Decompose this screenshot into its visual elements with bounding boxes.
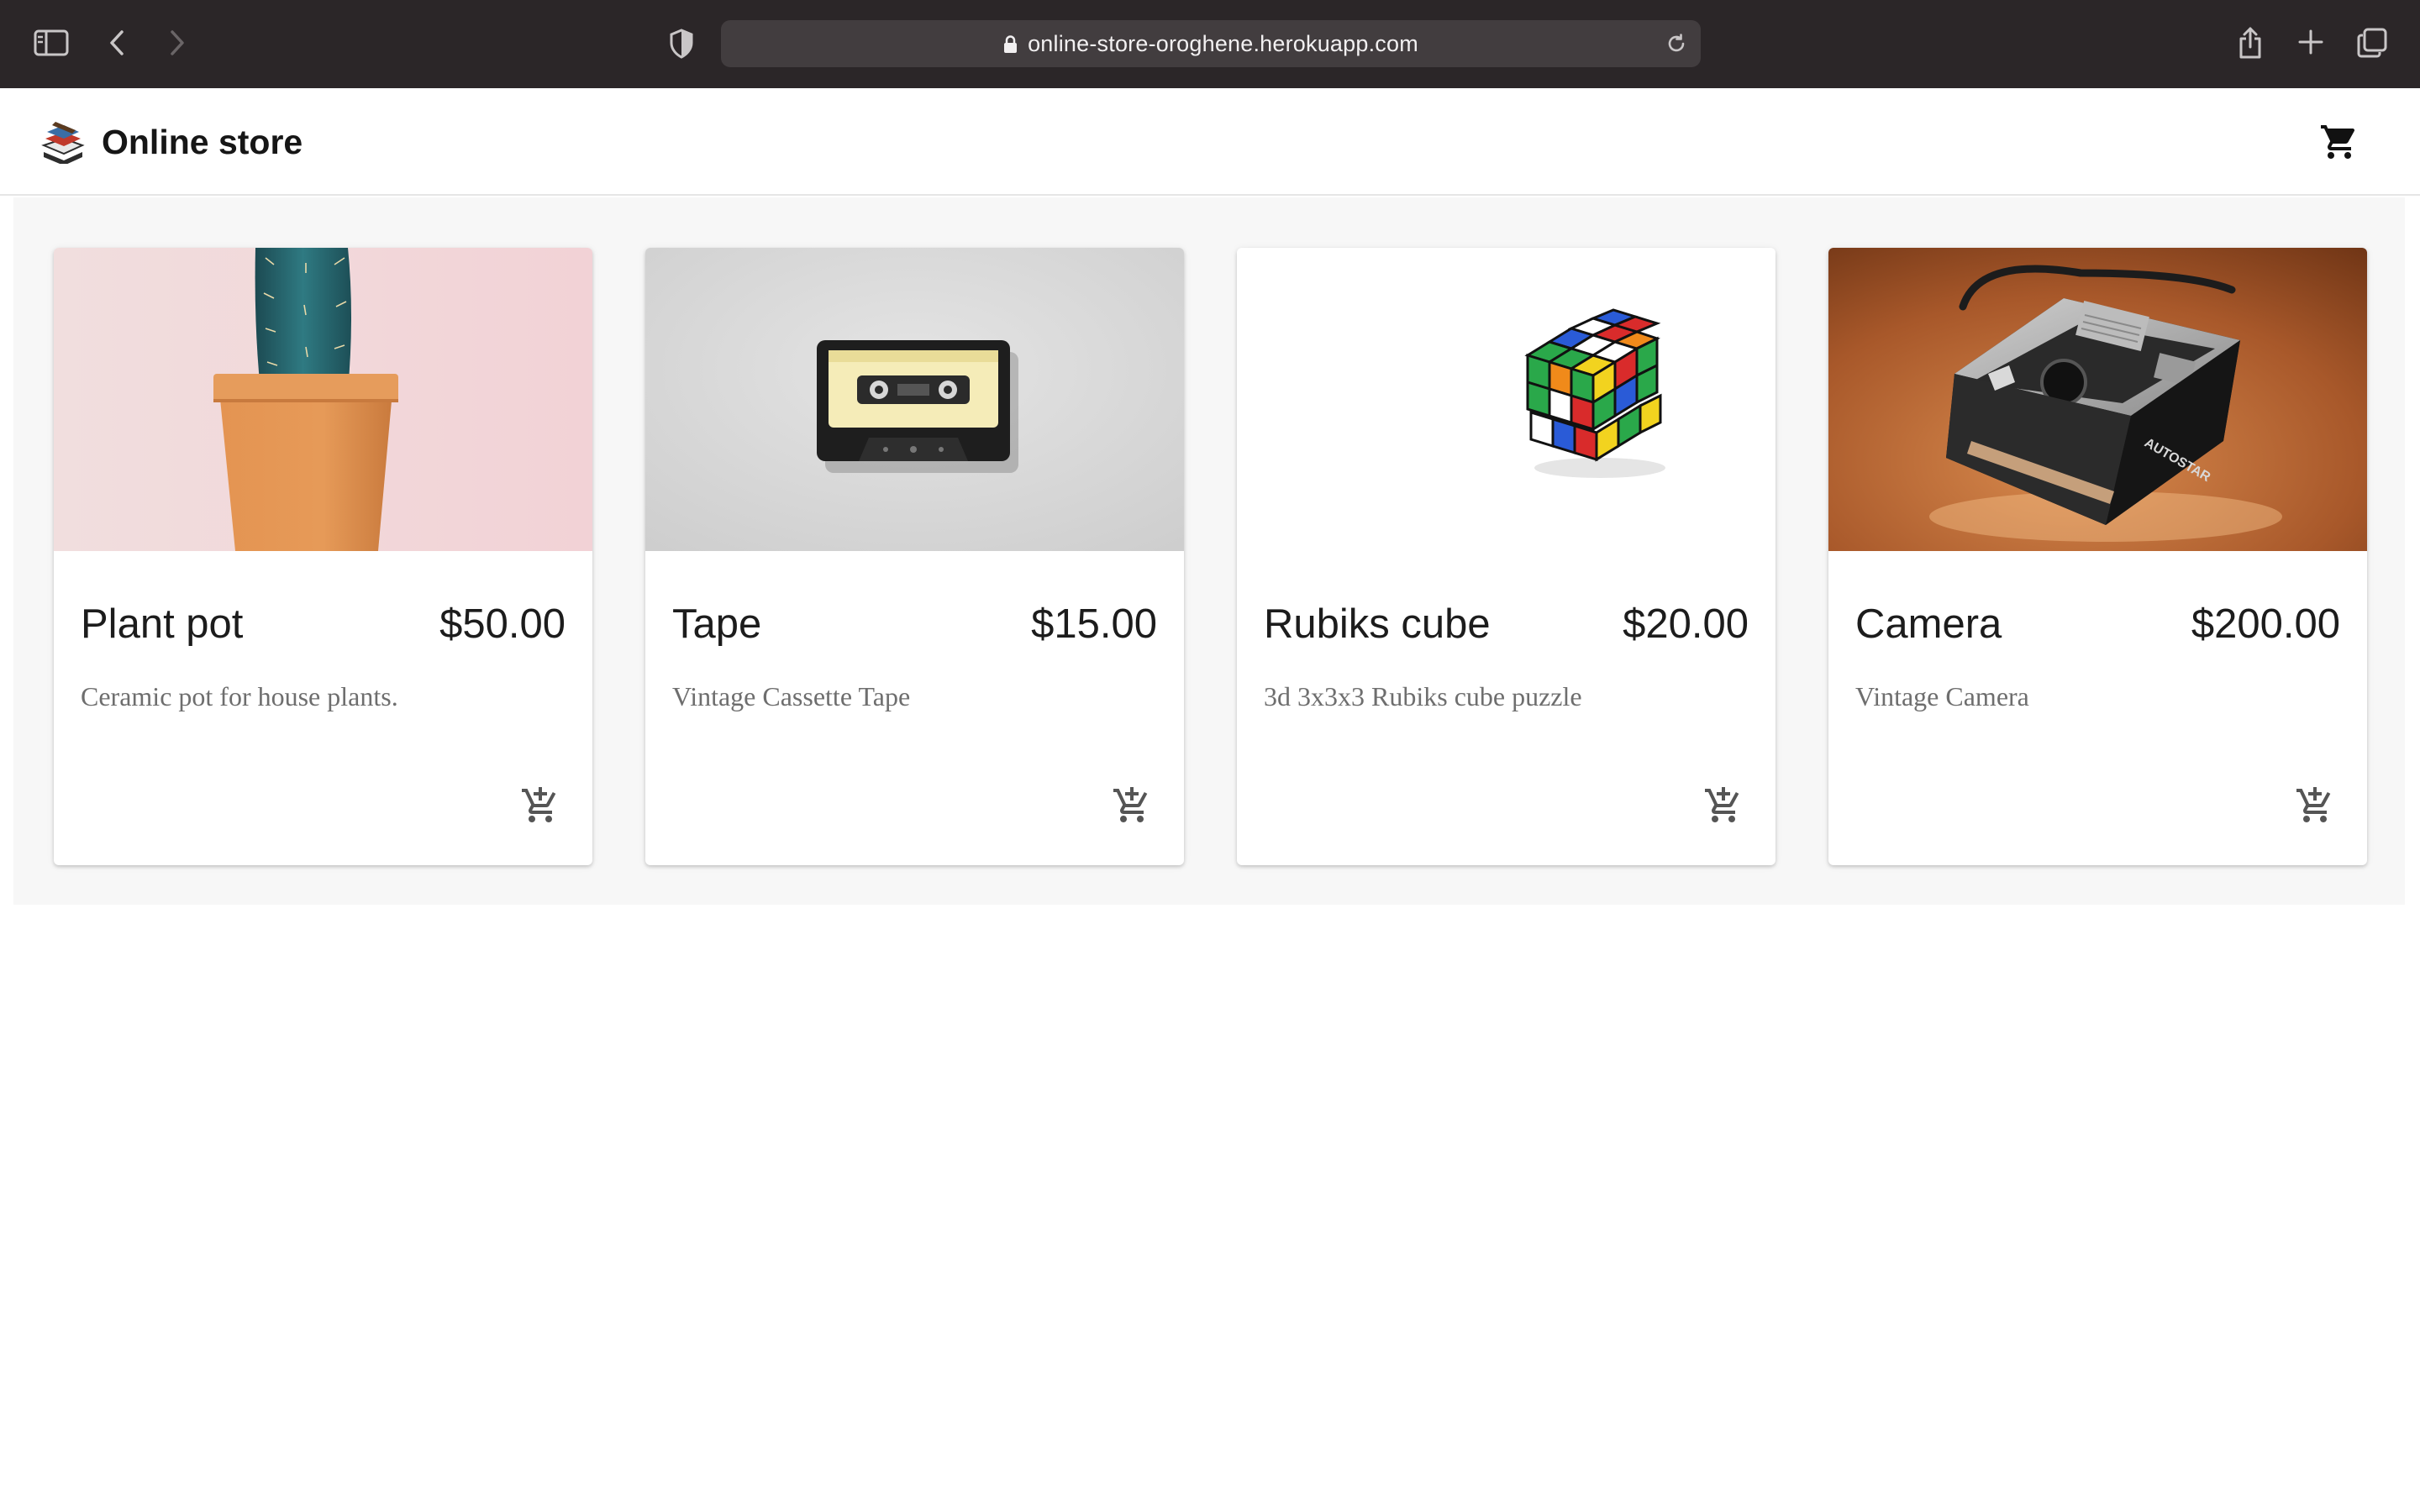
forward-icon[interactable] bbox=[168, 29, 187, 56]
product-card-rubiks-cube[interactable]: Rubiks cube $20.00 3d 3x3x3 Rubiks cube … bbox=[1237, 248, 1776, 865]
product-description: Ceramic pot for house plants. bbox=[81, 681, 398, 711]
product-card-tape[interactable]: Tape $15.00 Vintage Cassette Tape bbox=[645, 248, 1184, 865]
product-name[interactable]: Plant pot bbox=[81, 599, 243, 649]
add-shopping-cart-icon[interactable] bbox=[1112, 785, 1152, 826]
tabs-overview-icon[interactable] bbox=[2356, 27, 2388, 59]
privacy-shield-icon[interactable] bbox=[669, 29, 694, 59]
product-price: $200.00 bbox=[2191, 601, 2340, 647]
product-price: $15.00 bbox=[1031, 601, 1157, 647]
sidebar-icon[interactable] bbox=[34, 29, 69, 57]
reload-icon[interactable] bbox=[1665, 33, 1687, 59]
product-name[interactable]: Rubiks cube bbox=[1264, 599, 1491, 649]
share-icon[interactable] bbox=[2237, 25, 2264, 60]
product-name[interactable]: Tape bbox=[672, 599, 761, 649]
rubiks-cube-image[interactable] bbox=[1237, 248, 1776, 551]
address-bar[interactable]: online-store-oroghene.herokuapp.com bbox=[721, 20, 1701, 67]
lock-icon bbox=[1003, 34, 1018, 54]
url-text: online-store-oroghene.herokuapp.com bbox=[1028, 30, 1418, 56]
cassette-tape-image[interactable] bbox=[645, 248, 1184, 551]
product-price: $50.00 bbox=[439, 601, 566, 647]
product-card-camera[interactable]: AUTOSTAR Camera $200.00 Vintage Camera bbox=[1828, 248, 2367, 865]
product-card-plant-pot[interactable]: Plant pot $50.00 Ceramic pot for house p… bbox=[54, 248, 592, 865]
product-description: Vintage Cassette Tape bbox=[672, 681, 911, 711]
app-header: Online store bbox=[0, 88, 2420, 196]
product-name[interactable]: Camera bbox=[1855, 599, 2002, 649]
books-logo-icon[interactable] bbox=[39, 120, 86, 165]
new-tab-icon[interactable] bbox=[2297, 29, 2324, 55]
product-grid: Plant pot $50.00 Ceramic pot for house p… bbox=[13, 197, 2405, 905]
product-description: Vintage Camera bbox=[1855, 681, 2029, 711]
cactus-in-terracotta-pot-image[interactable] bbox=[54, 248, 592, 551]
store-title[interactable]: Online store bbox=[102, 120, 302, 164]
add-shopping-cart-icon[interactable] bbox=[2295, 785, 2335, 826]
browser-toolbar: online-store-oroghene.herokuapp.com bbox=[0, 0, 2420, 88]
vintage-camera-image[interactable]: AUTOSTAR bbox=[1828, 248, 2367, 551]
shopping-cart-icon[interactable] bbox=[2319, 122, 2360, 162]
add-shopping-cart-icon[interactable] bbox=[520, 785, 560, 826]
product-price: $20.00 bbox=[1623, 601, 1749, 647]
add-shopping-cart-icon[interactable] bbox=[1703, 785, 1744, 826]
back-icon[interactable] bbox=[108, 29, 126, 56]
product-description: 3d 3x3x3 Rubiks cube puzzle bbox=[1264, 681, 1582, 711]
